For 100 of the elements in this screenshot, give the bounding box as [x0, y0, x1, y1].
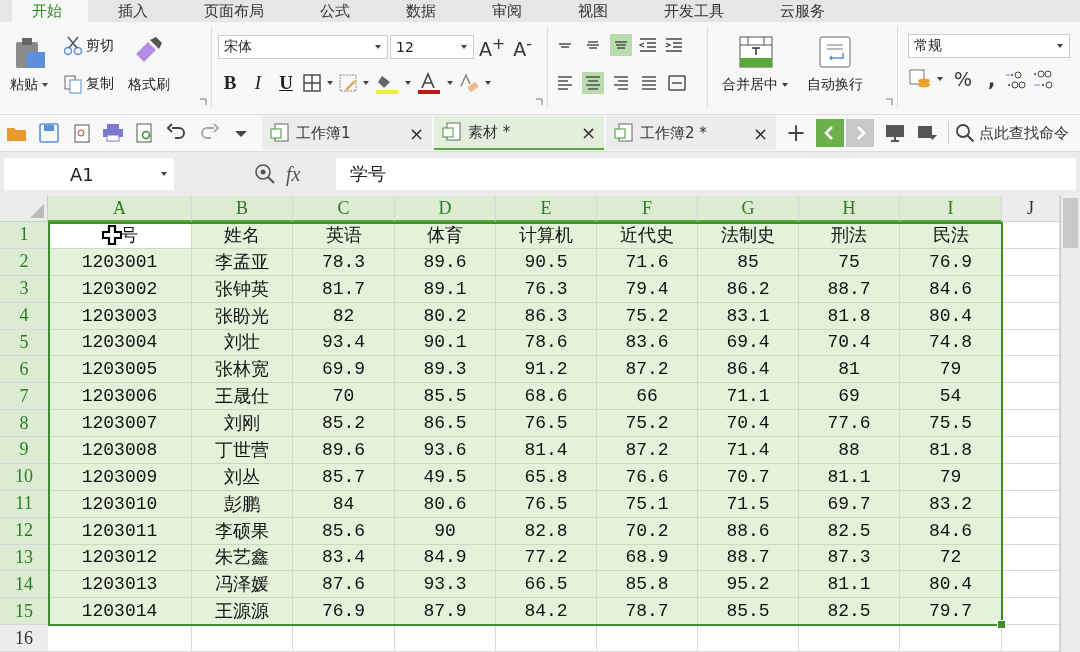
function-label[interactable]: fx	[286, 162, 326, 186]
caret-icon[interactable]	[404, 80, 412, 87]
row-header[interactable]: 11	[0, 490, 48, 518]
shrink-font-button[interactable]: A$^{-}$	[510, 34, 535, 61]
caret-icon[interactable]	[1056, 43, 1064, 49]
menu-tab[interactable]: 公式	[300, 0, 376, 22]
row-header[interactable]: 3	[0, 275, 48, 303]
search-field[interactable]: 点此查找命令	[948, 122, 1076, 144]
table-cell: 89.1	[395, 275, 496, 303]
new-tab-button[interactable]: +	[786, 119, 807, 147]
table-cell: 李孟亚	[192, 248, 293, 276]
increase-decimal-icon[interactable]	[1005, 68, 1028, 90]
number-format-dropdown[interactable]: 常规	[908, 34, 1070, 58]
merge-center-button[interactable]: 合并居中	[718, 34, 793, 108]
row-header[interactable]: 1	[0, 222, 48, 249]
name-box[interactable]: A1	[4, 158, 174, 190]
copy-button[interactable]: 复制	[61, 72, 116, 96]
row-header[interactable]: 4	[0, 302, 48, 330]
format-painter-button[interactable]: 格式刷	[124, 34, 174, 108]
column-header[interactable]: A	[48, 196, 192, 222]
printer-icon[interactable]	[102, 123, 124, 143]
menu-tab[interactable]: 开始	[12, 0, 88, 22]
caret-icon[interactable]	[781, 82, 789, 88]
paste-button[interactable]: 粘贴	[6, 34, 53, 108]
underline-button[interactable]: U	[274, 72, 298, 95]
wrap-text-button[interactable]: 自动换行	[803, 34, 867, 108]
scissors-icon[interactable]	[63, 36, 83, 56]
column-header[interactable]: D	[395, 196, 496, 222]
table-cell: 83.6	[597, 329, 698, 357]
save-icon[interactable]	[38, 123, 60, 143]
align-center-button[interactable]	[582, 72, 604, 94]
bold-button[interactable]: B	[218, 72, 242, 95]
eraser-icon[interactable]	[458, 72, 480, 95]
caret-icon[interactable]	[484, 80, 492, 87]
table-cell: 79.4	[597, 275, 698, 303]
document-tab[interactable]: 工作簿1 ×	[262, 116, 432, 150]
caret-icon[interactable]	[460, 44, 468, 51]
font-name-dropdown[interactable]: 宋体	[218, 35, 388, 60]
column-header[interactable]: J	[1002, 196, 1060, 222]
row-header[interactable]: 14	[0, 571, 48, 599]
menu-tab[interactable]: 视图	[558, 0, 634, 22]
italic-button[interactable]: I	[246, 72, 270, 95]
wrap-text-icon[interactable]	[819, 36, 851, 68]
row-header[interactable]: 12	[0, 517, 48, 545]
font-color-icon[interactable]	[416, 72, 442, 95]
caret-icon[interactable]	[362, 80, 370, 87]
decrease-decimal-icon[interactable]	[1031, 68, 1054, 90]
column-header[interactable]: I	[900, 196, 1002, 222]
cut-button[interactable]: 剪切	[61, 34, 116, 58]
row-header[interactable]: 8	[0, 410, 48, 437]
table-cell: 1203012	[48, 544, 192, 572]
previous-icon[interactable]	[816, 119, 845, 147]
column-header[interactable]: G	[698, 196, 799, 222]
percent-button[interactable]: %	[948, 68, 979, 90]
font-size-dropdown[interactable]: 12	[390, 35, 474, 60]
document-tab[interactable]: 素材 * ×	[434, 116, 604, 150]
row-header[interactable]: 6	[0, 356, 48, 384]
menu-tab[interactable]: 审阅	[472, 0, 548, 22]
column-header[interactable]: H	[799, 196, 900, 222]
merge-cells-icon[interactable]	[738, 36, 773, 68]
scrollbar-thumb[interactable]	[1063, 198, 1078, 248]
row-header[interactable]: 10	[0, 463, 48, 491]
decrease-indent-icon[interactable]	[638, 35, 658, 55]
align-distributed-button[interactable]	[666, 72, 688, 94]
align-bottom-button[interactable]	[610, 34, 632, 56]
row-header[interactable]: 5	[0, 329, 48, 357]
column-header[interactable]: C	[293, 196, 395, 222]
caret-icon[interactable]	[374, 44, 382, 51]
row-header[interactable]: 2	[0, 248, 48, 276]
table-cell: 78.6	[496, 329, 597, 357]
row-header[interactable]: 16	[0, 625, 48, 652]
caret-icon[interactable]	[936, 76, 944, 82]
formula-field[interactable]: 学号	[336, 158, 1076, 190]
caret-icon[interactable]	[160, 171, 168, 177]
copy-icon[interactable]	[63, 74, 83, 94]
column-header[interactable]: E	[496, 196, 597, 222]
column-header[interactable]: B	[192, 196, 293, 222]
row-header[interactable]: 15	[0, 598, 48, 626]
comma-button[interactable]: ,	[982, 68, 1002, 90]
menu-tab[interactable]: 数据	[386, 0, 462, 22]
menu-tab[interactable]: 插入	[98, 0, 174, 22]
monitor-icon[interactable]	[884, 123, 907, 143]
zoom-icon[interactable]	[254, 163, 276, 185]
row-header[interactable]: 7	[0, 383, 48, 411]
borders-icon[interactable]	[302, 73, 322, 94]
cell-style-icon[interactable]	[338, 73, 358, 94]
caret-icon[interactable]	[41, 82, 49, 88]
caret-icon[interactable]	[326, 80, 334, 87]
row-header[interactable]: 9	[0, 437, 48, 464]
column-header[interactable]: F	[597, 196, 698, 222]
menu-tab[interactable]: 页面布局	[184, 0, 290, 22]
increase-indent-icon[interactable]	[664, 35, 684, 55]
document-tab[interactable]: 工作簿2 * ×	[606, 116, 776, 150]
caret-icon[interactable]	[446, 80, 454, 87]
search-icon[interactable]	[955, 123, 976, 143]
menu-tab[interactable]: 开发工具	[644, 0, 750, 22]
menu-tab[interactable]: 云服务	[760, 0, 851, 22]
row-header[interactable]: 13	[0, 544, 48, 572]
grow-font-button[interactable]: A$^{+}$	[476, 34, 509, 61]
window-menu-icon[interactable]	[916, 123, 939, 143]
